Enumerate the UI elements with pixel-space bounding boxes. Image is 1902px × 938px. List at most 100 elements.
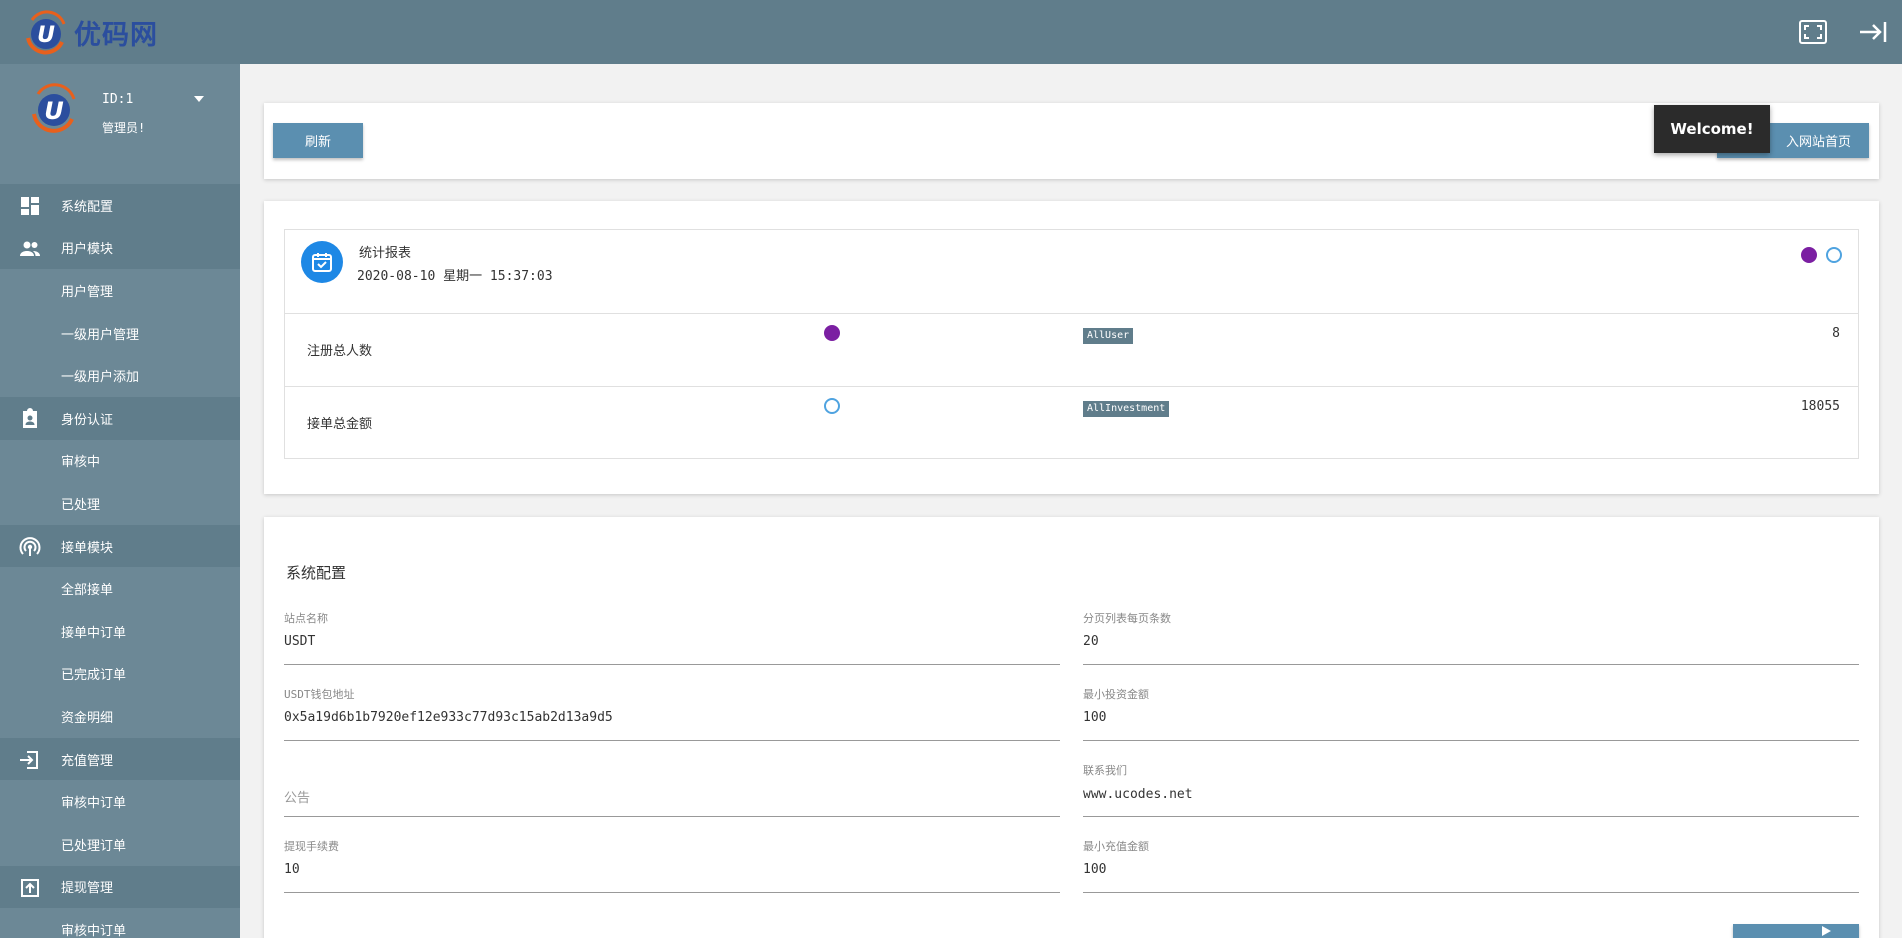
send-icon — [1821, 926, 1831, 936]
stats-table: 统计报表 2020-08-10 星期一 15:37:03 注册总人数 AllUs… — [284, 229, 1859, 459]
wallet-address-input[interactable]: 0x5a19d6b1b7920ef12e933c77d93c15ab2d13a9… — [284, 710, 613, 725]
svg-text:U: U — [44, 97, 64, 125]
site-name-input[interactable]: USDT — [284, 634, 315, 649]
toolbar-card — [264, 103, 1879, 179]
brand-logo[interactable]: U 优码网 — [22, 8, 158, 56]
caret-down-icon[interactable] — [194, 96, 204, 102]
sidebar-item-processed[interactable]: 已处理 — [0, 482, 240, 525]
field-label: 最小投资金额 — [1083, 688, 1149, 701]
stat-value: 18055 — [1800, 399, 1840, 414]
sidebar-item-order-module[interactable]: 接单模块 — [0, 524, 240, 568]
dashboard-icon — [18, 194, 42, 218]
logo-icon: U — [22, 8, 70, 56]
contact-input[interactable]: www.ucodes.net — [1083, 787, 1193, 802]
input-underline — [284, 816, 1060, 817]
sidebar-item-label: 身份认证 — [61, 412, 114, 428]
field-label: 提现手续费 — [284, 840, 339, 853]
table-row: 接单总金额 AllInvestment 18055 — [285, 386, 1858, 459]
svg-text:U: U — [37, 23, 55, 48]
avatar: U — [28, 82, 80, 134]
stat-label: 注册总人数 — [307, 344, 373, 359]
sidebar-item-user-module[interactable]: 用户模块 — [0, 226, 240, 270]
sidebar-item-recharge[interactable]: 充值管理 — [0, 737, 240, 781]
sidebar-item-system-config[interactable]: 系统配置 — [0, 184, 240, 227]
input-underline — [1083, 816, 1859, 817]
field-label: 分页列表每页条数 — [1083, 612, 1171, 625]
sidebar-item-label: 已处理订单 — [61, 838, 127, 854]
sidebar-item-label: 审核中 — [61, 455, 101, 471]
id-badge-icon — [18, 407, 42, 431]
min-recharge-input[interactable]: 100 — [1083, 862, 1106, 877]
broadcast-icon — [18, 535, 42, 559]
sidebar-item-label: 一级用户添加 — [61, 370, 140, 386]
config-title: 系统配置 — [286, 564, 347, 582]
sidebar-item-identity[interactable]: 身份认证 — [0, 396, 240, 440]
chart-pie-icon[interactable] — [1801, 247, 1817, 263]
sidebar-item-level1-user-manage[interactable]: 一级用户管理 — [0, 311, 240, 355]
broadcast-icon[interactable] — [1826, 247, 1842, 263]
upload-box-icon — [18, 876, 42, 900]
stat-tag: AllUser — [1083, 328, 1134, 344]
sidebar-menu: 系统配置 用户模块 用户管理 一级用户管理 一级用户添加 身份认证 审核中 已处… — [0, 184, 240, 938]
user-profile[interactable]: U ID:1 管理员! — [0, 64, 240, 184]
sidebar-item-label: 接单模块 — [61, 540, 114, 556]
sidebar-item-withdraw[interactable]: 提现管理 — [0, 865, 240, 909]
stat-value: 8 — [1832, 326, 1840, 341]
sidebar-item-recharge-reviewing[interactable]: 审核中订单 — [0, 780, 240, 823]
config-card — [264, 517, 1879, 938]
sidebar-item-label: 资金明细 — [61, 710, 114, 726]
sidebar-item-level1-user-add[interactable]: 一级用户添加 — [0, 354, 240, 397]
withdraw-fee-input[interactable]: 10 — [284, 862, 300, 877]
input-underline — [284, 664, 1060, 665]
input-underline — [1083, 892, 1859, 893]
sidebar-item-label: 一级用户管理 — [61, 327, 140, 343]
table-row: 注册总人数 AllUser 8 — [285, 313, 1858, 386]
calendar-check-icon — [301, 241, 343, 283]
input-underline — [1083, 664, 1859, 665]
sidebar-item-recharge-processed[interactable]: 已处理订单 — [0, 822, 240, 866]
field-label: 联系我们 — [1083, 764, 1127, 777]
profile-role: 管理员! — [102, 121, 146, 135]
sidebar-item-label: 充值管理 — [61, 753, 114, 769]
broadcast-icon — [824, 398, 840, 414]
page-size-input[interactable]: 20 — [1083, 634, 1099, 649]
sidebar-item-label: 接单中订单 — [61, 625, 127, 641]
sidebar-item-reviewing[interactable]: 审核中 — [0, 439, 240, 483]
sidebar-item-label: 用户管理 — [61, 284, 114, 300]
field-label: 站点名称 — [284, 612, 328, 625]
sidebar-item-label: 用户模块 — [61, 242, 114, 258]
sidebar-item-label: 已完成订单 — [61, 668, 127, 684]
sidebar-item-completed-orders[interactable]: 已完成订单 — [0, 652, 240, 696]
stat-tag: AllInvestment — [1083, 401, 1170, 417]
submit-button[interactable] — [1733, 924, 1859, 938]
login-icon — [18, 748, 42, 772]
min-investment-input[interactable]: 100 — [1083, 710, 1106, 725]
sidebar-item-label: 审核中订单 — [61, 796, 127, 812]
fullscreen-icon[interactable] — [1798, 18, 1828, 46]
stats-datetime: 2020-08-10 星期一 15:37:03 — [357, 269, 553, 284]
people-icon — [18, 237, 42, 261]
welcome-toast: Welcome! — [1654, 105, 1770, 153]
field-label: 最小充值金额 — [1083, 840, 1149, 853]
sidebar-item-withdraw-reviewing[interactable]: 审核中订单 — [0, 908, 240, 938]
sidebar-item-all-orders[interactable]: 全部接单 — [0, 567, 240, 610]
refresh-button[interactable]: 刷新 — [273, 123, 363, 158]
announcement-input[interactable]: 公告 — [284, 787, 310, 806]
sidebar: U ID:1 管理员! 系统配置 用户模块 用户管理 一级用户管理 一级用户添加… — [0, 64, 240, 938]
sidebar-item-label: 系统配置 — [61, 199, 114, 215]
input-underline — [284, 892, 1060, 893]
sidebar-item-label: 已处理 — [61, 497, 101, 513]
stats-title: 统计报表 — [359, 246, 412, 261]
field-label: USDT钱包地址 — [284, 688, 355, 701]
sidebar-item-user-manage[interactable]: 用户管理 — [0, 269, 240, 312]
chart-pie-icon — [824, 325, 840, 341]
input-underline — [284, 740, 1060, 741]
stat-label: 接单总金额 — [307, 417, 373, 432]
sidebar-item-label: 审核中订单 — [61, 923, 127, 938]
input-underline — [1083, 740, 1859, 741]
sidebar-item-funds-detail[interactable]: 资金明细 — [0, 695, 240, 738]
logout-icon[interactable] — [1858, 18, 1888, 46]
sidebar-item-label: 提现管理 — [61, 881, 114, 897]
profile-id: ID:1 — [102, 92, 134, 107]
sidebar-item-orders-in-progress[interactable]: 接单中订单 — [0, 609, 240, 653]
